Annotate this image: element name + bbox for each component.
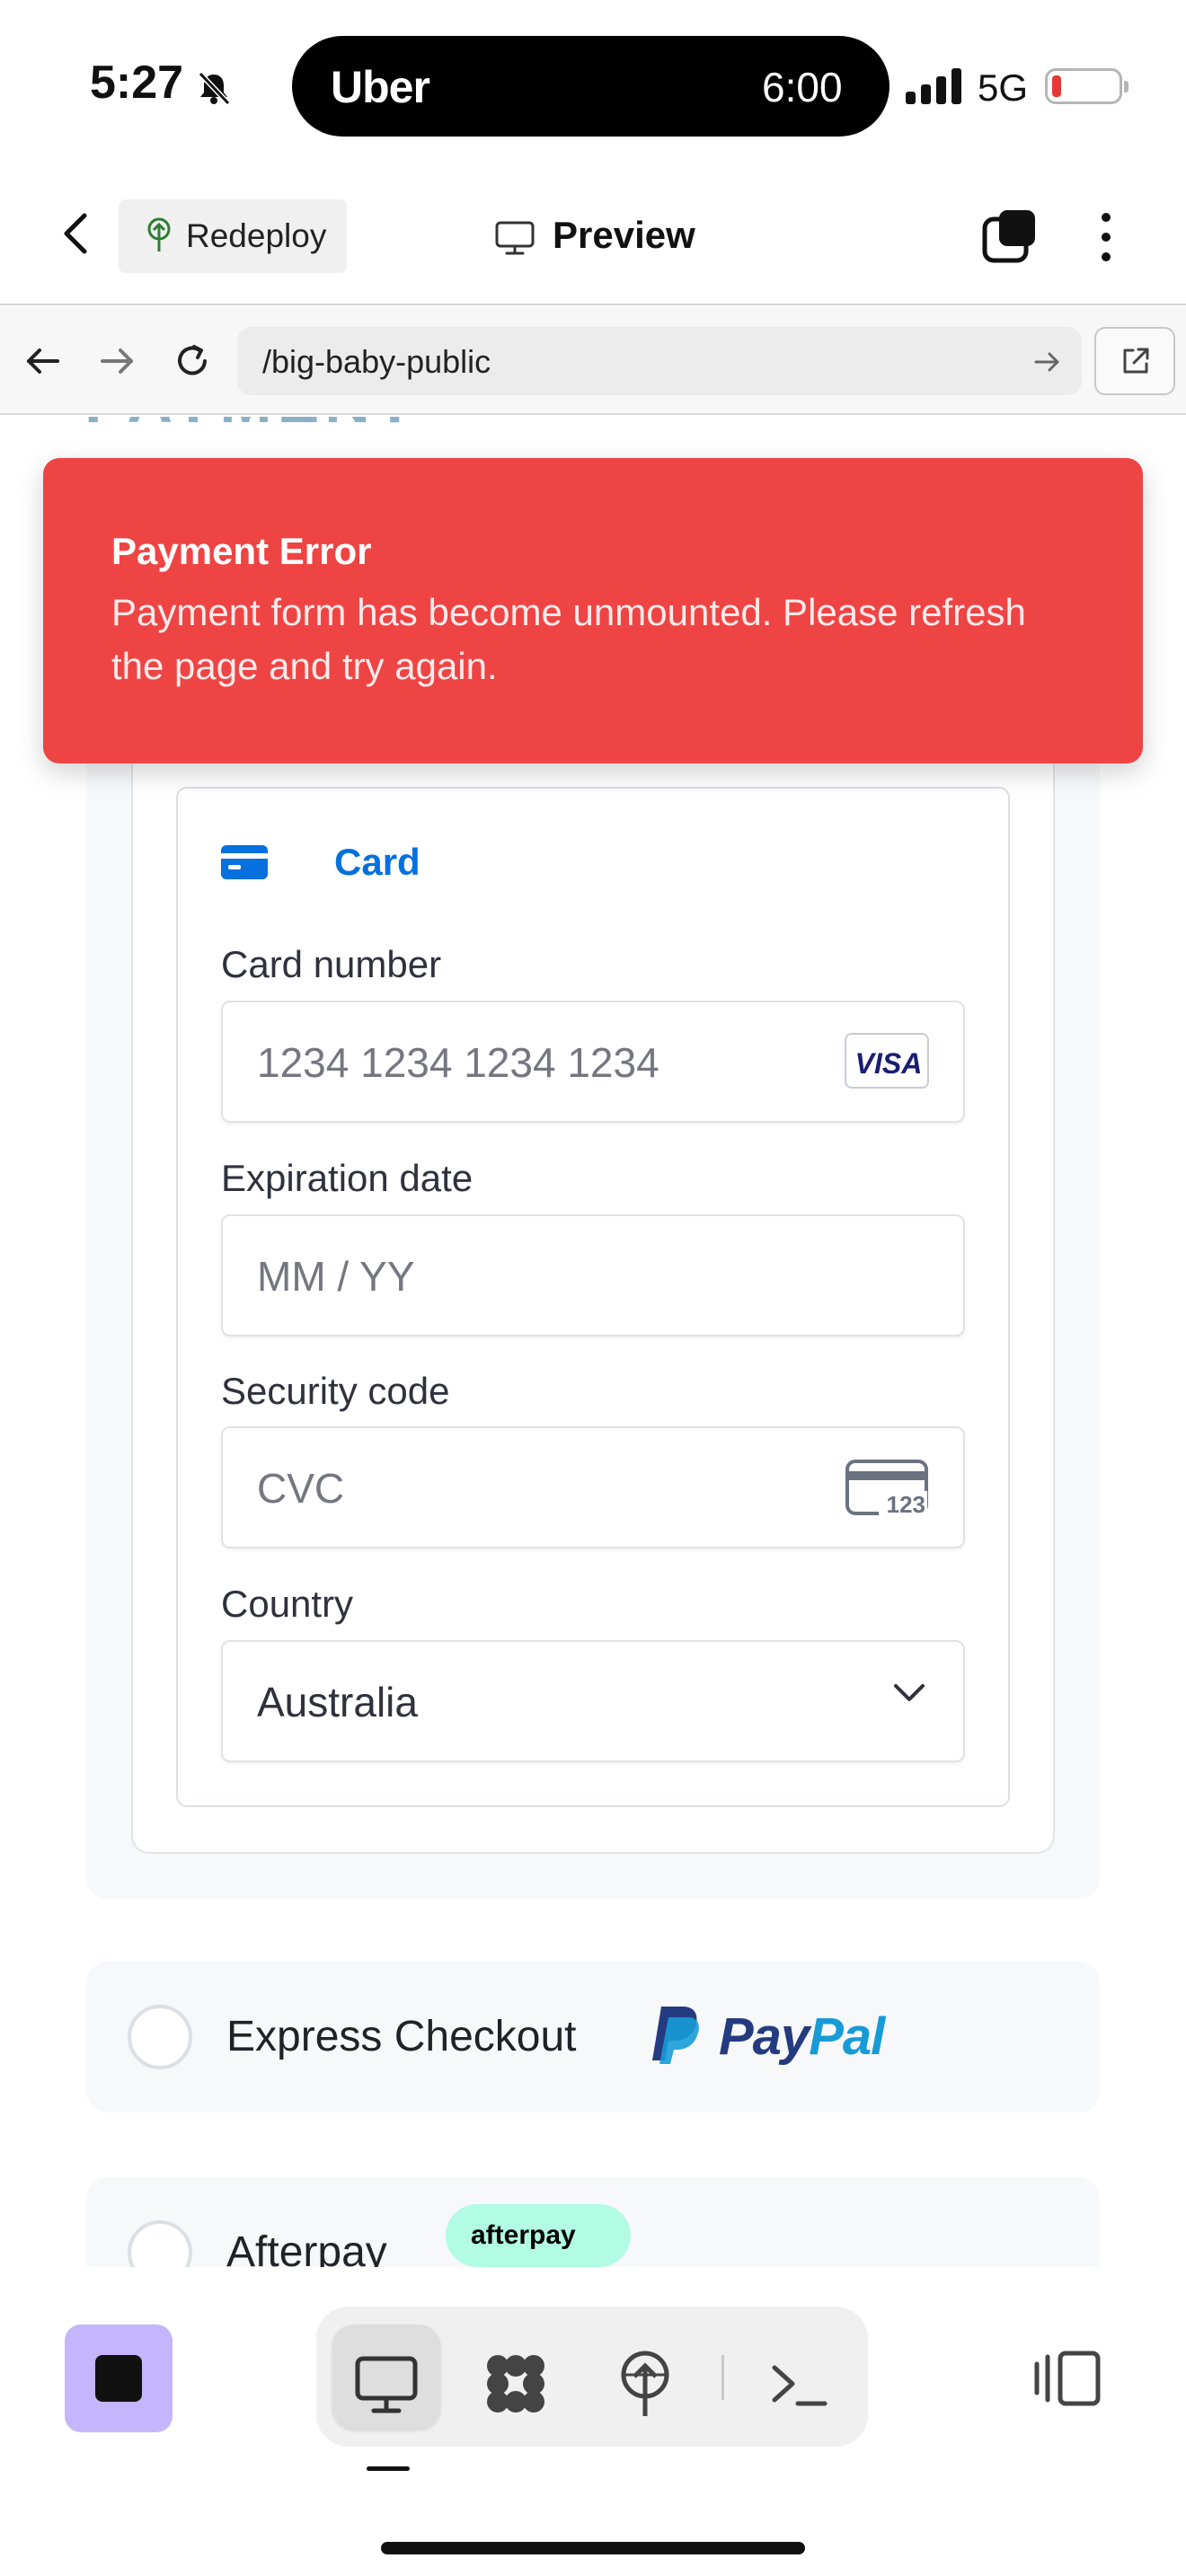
deploy-icon[interactable]: [611, 2350, 679, 2418]
paypal-badge-pay: Pay: [719, 2007, 810, 2066]
desktop-icon: [355, 2356, 418, 2413]
reload-icon[interactable]: [173, 341, 212, 381]
arrow-left-icon[interactable]: [23, 341, 63, 381]
toolbar-divider: [721, 2355, 724, 2400]
visa-icon: VISA: [845, 1033, 929, 1089]
external-link-icon: [1123, 348, 1149, 374]
chevron-left-icon[interactable]: [54, 207, 99, 260]
expiration-date-label: Expiration date: [221, 1157, 474, 1199]
credit-card-icon[interactable]: [221, 845, 268, 879]
live-activity-time: 6:00: [762, 64, 843, 110]
afterpay-label: Afterpay: [226, 2228, 387, 2267]
redeploy-label: Redeploy: [186, 217, 327, 254]
payment-error-toast[interactable]: Payment Error Payment form has become un…: [43, 458, 1143, 763]
status-bar: 5:27 Uber 6:00 5G: [0, 0, 1186, 171]
card-number-placeholder: 1234 1234 1234 1234: [257, 1039, 659, 1086]
card-brand: VISA: [854, 1047, 923, 1080]
app-top-bar: Redeploy Preview: [0, 180, 1186, 305]
active-view-indicator: [367, 2466, 410, 2471]
security-code-label: Security code: [221, 1370, 450, 1412]
express-checkout-radio[interactable]: [128, 2005, 192, 2069]
paypal-badge-pal: Pal: [809, 2007, 885, 2066]
live-activity-app: Uber: [331, 62, 430, 112]
arrow-right-icon[interactable]: [1031, 347, 1062, 377]
network-label: 5G: [978, 66, 1029, 109]
stop-button[interactable]: [65, 2325, 173, 2432]
more-vertical-icon[interactable]: [1090, 208, 1122, 266]
payment-heading: PAYMENT: [84, 417, 420, 437]
preview-title[interactable]: Preview: [553, 214, 695, 257]
side-panel-icon[interactable]: [1033, 2350, 1102, 2407]
status-time: 5:27: [90, 57, 184, 109]
cvc-icon-text: 123: [887, 1491, 925, 1518]
open-external-button[interactable]: [1094, 327, 1175, 395]
card-number-label: Card number: [221, 943, 442, 985]
expiration-date-placeholder: MM / YY: [257, 1253, 415, 1300]
country-value: Australia: [257, 1679, 418, 1725]
cvc-card-icon: 123: [845, 1460, 928, 1518]
browser-bar: /big-baby-public: [0, 307, 1186, 415]
monitor-icon: [495, 221, 535, 255]
security-code-placeholder: CVC: [257, 1465, 345, 1512]
bell-slash-icon: [198, 71, 231, 106]
country-label: Country: [221, 1583, 354, 1625]
deploy-icon: [147, 217, 171, 251]
app-screen: 5:27 Uber 6:00 5G Redeploy Preview /big-…: [0, 0, 1186, 2576]
tab-card[interactable]: Card: [334, 841, 420, 884]
terminal-icon[interactable]: [766, 2350, 834, 2418]
paypal-logo-icon: [652, 2007, 699, 2064]
bottom-toolbar: [0, 2267, 1186, 2576]
chevron-down-icon: [894, 1684, 925, 1701]
url-text[interactable]: /big-baby-public: [262, 343, 491, 381]
error-title: Payment Error: [111, 530, 372, 572]
paypal-badge: PayPal: [719, 2007, 885, 2067]
express-checkout-label: Express Checkout: [226, 2013, 577, 2060]
afterpay-badge-text: afterpay: [471, 2220, 576, 2250]
battery-icon: [1045, 68, 1128, 104]
tabs-icon[interactable]: [981, 208, 1039, 264]
arrow-right-icon[interactable]: [97, 341, 137, 381]
signal-icon: [906, 66, 963, 104]
afterpay-badge: afterpay: [446, 2204, 631, 2267]
error-message: Payment form has become unmounted. Pleas…: [111, 591, 1026, 687]
home-indicator: [381, 2542, 805, 2554]
apps-icon[interactable]: [482, 2350, 550, 2418]
